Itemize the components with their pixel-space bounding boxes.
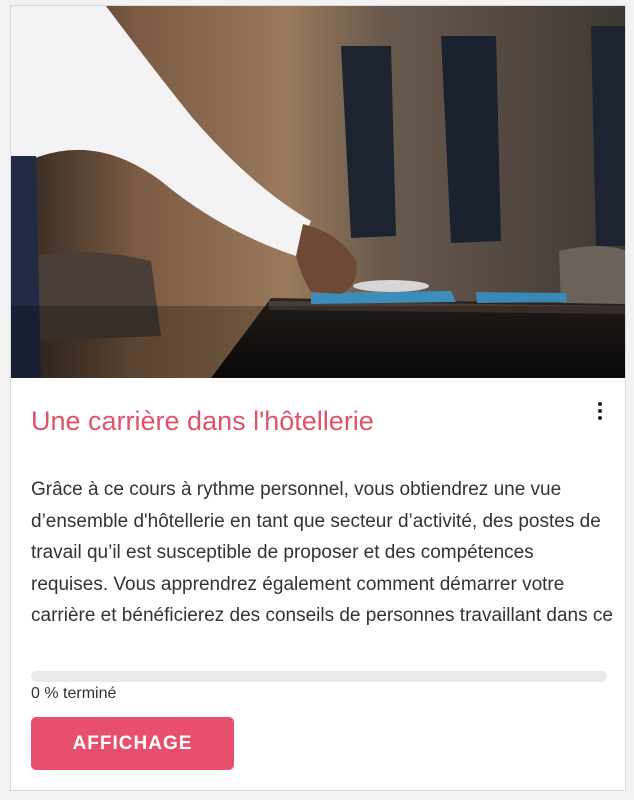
waiter-photo	[11, 6, 625, 378]
course-image	[11, 6, 625, 378]
course-card: Une carrière dans l'hôtellerie Grâce à c…	[10, 5, 626, 791]
course-title[interactable]: Une carrière dans l'hôtellerie	[31, 404, 374, 438]
more-vertical-icon[interactable]	[593, 398, 607, 424]
course-description: Grâce à ce cours à rythme personnel, vou…	[31, 479, 613, 638]
view-course-button[interactable]: AFFICHAGE	[31, 717, 234, 770]
menu-dot	[598, 416, 602, 420]
progress-bar	[31, 671, 607, 682]
menu-dot	[598, 409, 602, 413]
course-header: Une carrière dans l'hôtellerie	[31, 398, 607, 438]
menu-dot	[598, 402, 602, 406]
progress-label: 0 % terminé	[31, 685, 117, 702]
